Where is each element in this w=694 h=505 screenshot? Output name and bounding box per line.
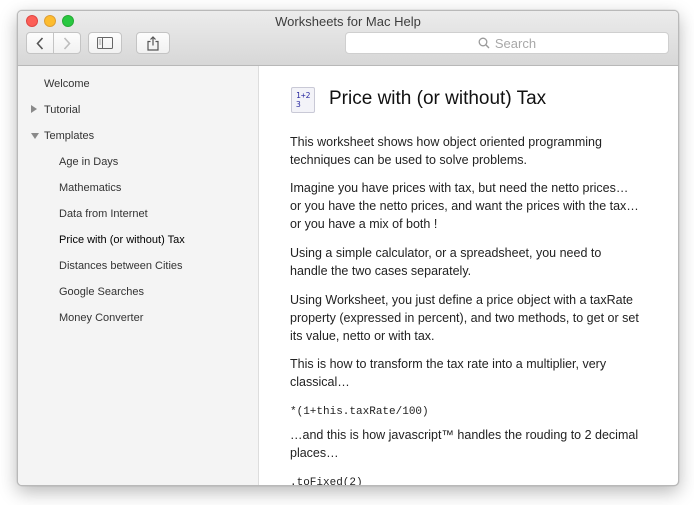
worksheet-icon-line-1: 1+2 [296,91,311,100]
title-bar: Worksheets for Mac Help Search [18,11,678,66]
worksheet-icon-line-2: 3 [296,100,301,109]
window-title: Worksheets for Mac Help [275,14,421,29]
sidebar-item-distances-between-cities[interactable]: Distances between Cities [59,260,183,272]
paragraph: Imagine you have prices with tax, but ne… [290,181,639,231]
sidebar-item-welcome[interactable]: Welcome [44,78,90,90]
sidebar-item-templates[interactable]: Templates [44,130,94,142]
chevron-left-icon [36,36,44,50]
sidebar-item-tutorial[interactable]: Tutorial [44,104,80,116]
disclosure-down-icon[interactable] [31,133,39,139]
forward-button[interactable] [53,33,80,53]
worksheet-icon: 1+2 3 [291,87,315,113]
search-field[interactable]: Search [345,32,669,54]
sidebar-item-google-searches[interactable]: Google Searches [59,286,144,298]
chevron-right-icon [63,36,71,50]
magnifier-icon [478,37,490,49]
toggle-sidebar-button[interactable] [88,32,122,54]
article-content: 1+2 3 Price with (or without) Tax This w… [259,66,678,485]
paragraph: This is how to transform the tax rate in… [290,357,607,389]
paragraph: …and this is how javascript™ handles the… [290,428,639,460]
sidebar-item-price-with-tax[interactable]: Price with (or without) Tax [59,234,185,246]
sidebar-item-mathematics[interactable]: Mathematics [59,182,121,194]
help-window: Worksheets for Mac Help Search Welcome T… [17,10,679,486]
navigation-buttons [26,32,81,54]
share-button[interactable] [136,32,170,54]
search-placeholder: Search [494,35,537,51]
code-snippet: *(1+this.taxRate/100) [290,406,429,418]
page-title: Price with (or without) Tax [329,88,547,109]
code-snippet: .toFixed(2) [290,477,363,485]
paragraph: Using Worksheet, you just define a price… [290,293,639,343]
paragraph: Using a simple calculator, or a spreadsh… [290,246,602,278]
back-button[interactable] [27,33,53,53]
sidebar: Welcome Tutorial Templates Age in Days M… [18,66,259,485]
share-icon [147,35,159,51]
sidebar-item-data-from-internet[interactable]: Data from Internet [59,208,148,220]
sidebar-item-money-converter[interactable]: Money Converter [59,312,143,324]
disclosure-right-icon[interactable] [31,105,37,113]
paragraph: This worksheet shows how object oriented… [290,135,602,167]
sidebar-icon [97,37,113,49]
sidebar-item-age-in-days[interactable]: Age in Days [59,156,118,168]
